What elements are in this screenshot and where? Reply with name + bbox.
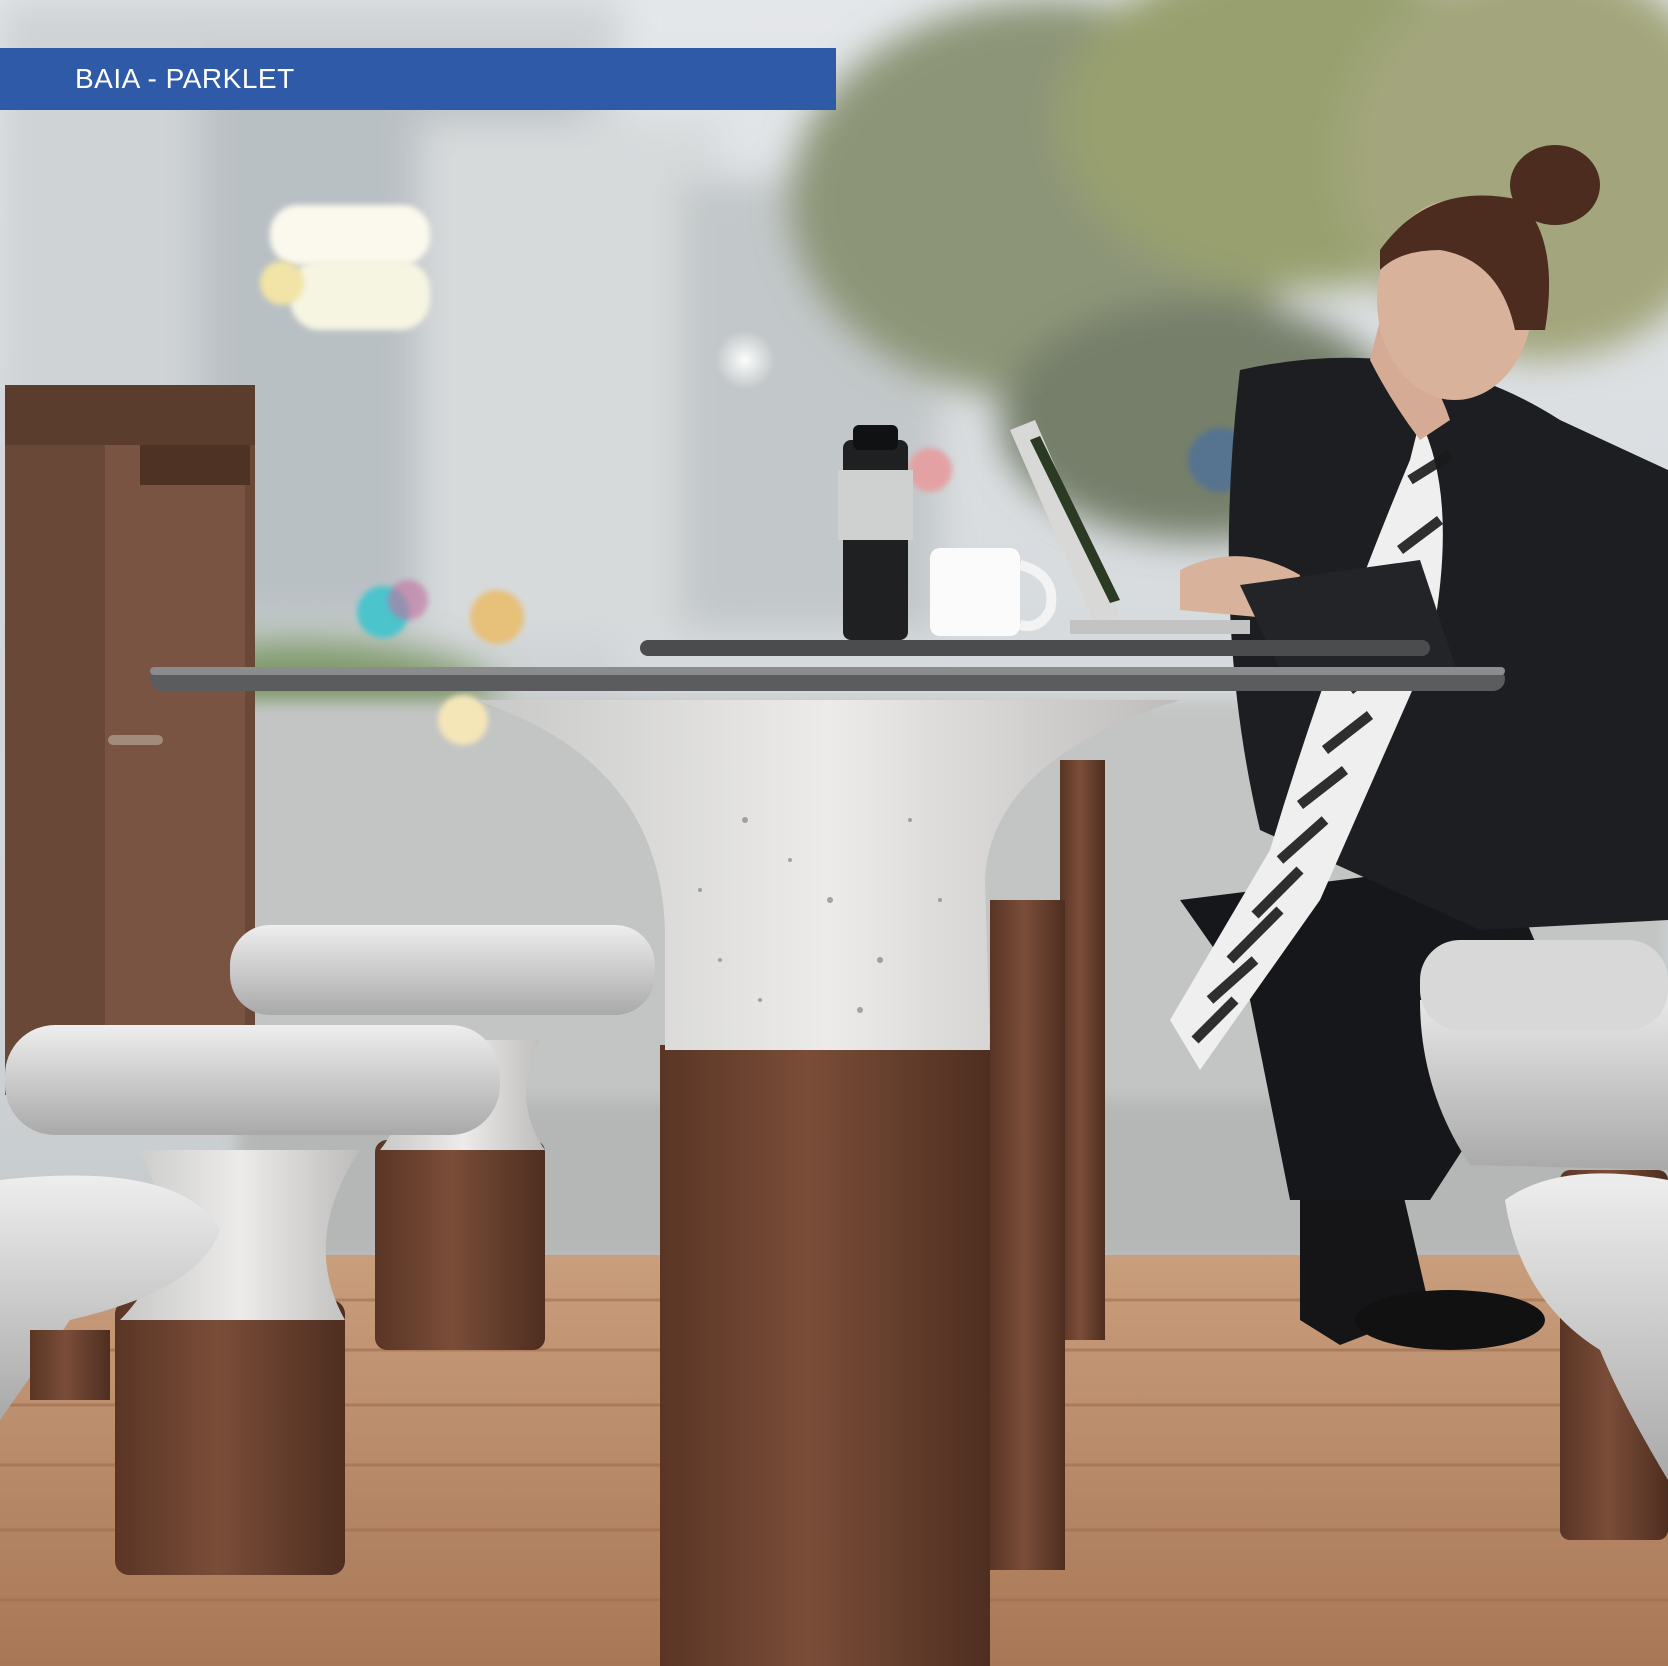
title-banner: BAIA - PARKLET (0, 48, 836, 110)
parklet-scene-illustration (0, 0, 1668, 1666)
wood-planter (5, 385, 255, 1095)
title-label: BAIA - PARKLET (75, 63, 295, 94)
parklet-photo: BAIA - PARKLET (0, 0, 1668, 1666)
